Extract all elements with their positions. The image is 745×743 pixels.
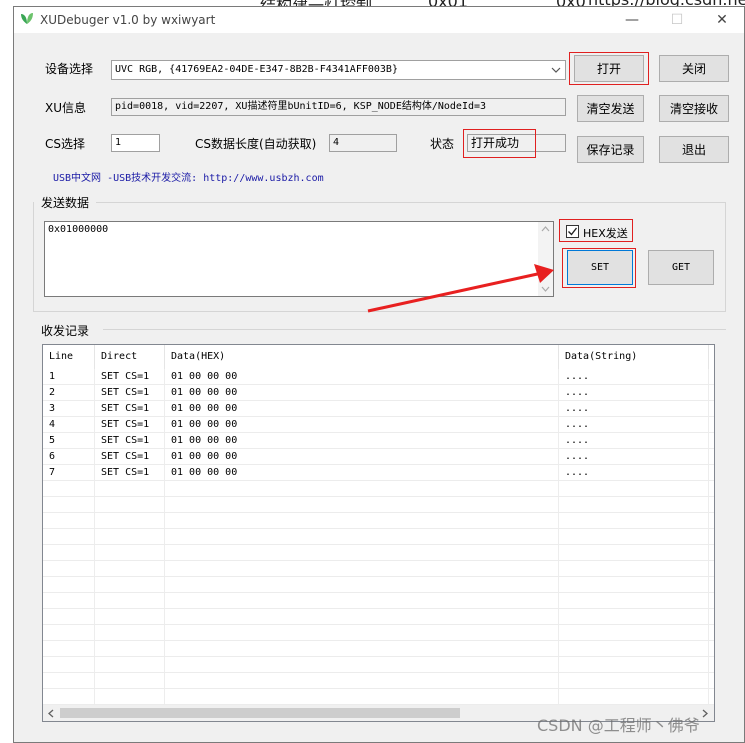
hex-cell: 01 00 00 00 xyxy=(171,467,238,478)
hex-cell: 01 00 00 00 xyxy=(171,435,238,446)
string-cell: .... xyxy=(565,467,590,478)
hex-cell: 01 00 00 00 xyxy=(171,419,238,430)
set-button[interactable]: SET xyxy=(567,250,633,285)
line-cell: 6 xyxy=(49,451,56,462)
table-row[interactable]: 3 SET CS=1 01 00 00 00 .... xyxy=(43,401,714,417)
close-button[interactable]: 关闭 xyxy=(659,55,729,82)
hex-cell: 01 00 00 00 xyxy=(171,371,238,382)
string-cell: .... xyxy=(565,387,590,398)
title-bar[interactable]: XUDebuger v1.0 by wxiwyart — ☐ ✕ xyxy=(14,7,744,33)
column-header-data-hex[interactable]: Data(HEX) xyxy=(165,345,559,369)
direct-cell: SET CS=1 xyxy=(101,435,150,446)
cs-length-field: 4 xyxy=(329,134,397,152)
log-table[interactable]: Line Direct Data(HEX) Data(String) 1 SET… xyxy=(42,344,715,722)
status-highlight xyxy=(463,129,536,158)
line-cell: 5 xyxy=(49,435,56,446)
string-cell: .... xyxy=(565,451,590,462)
device-select-value: UVC RGB, {41769EA2-04DE-E347-8B2B-F4341A… xyxy=(115,64,398,75)
log-rows: 1 SET CS=1 01 00 00 00 .... 2 SET CS=1 0… xyxy=(43,369,714,705)
hex-cell: 01 00 00 00 xyxy=(171,387,238,398)
watermark: CSDN @工程师丶佛爷 xyxy=(537,716,700,735)
xu-info-field: pid=0018, vid=2207, XU描述符里bUnitID=6, KSP… xyxy=(111,98,566,116)
line-cell: 7 xyxy=(49,467,56,478)
clear-send-button[interactable]: 清空发送 xyxy=(577,95,644,122)
hex-send-label: HEX发送 xyxy=(583,227,628,240)
send-data-value: 0x01000000 xyxy=(48,224,109,235)
string-cell: .... xyxy=(565,419,590,430)
direct-cell: SET CS=1 xyxy=(101,403,150,414)
cs-length-label: CS数据长度(自动获取) xyxy=(195,137,317,151)
scroll-left-icon[interactable] xyxy=(47,709,54,718)
hex-cell: 01 00 00 00 xyxy=(171,403,238,414)
table-row[interactable]: 7 SET CS=1 01 00 00 00 .... xyxy=(43,465,714,481)
table-row[interactable]: 4 SET CS=1 01 00 00 00 .... xyxy=(43,417,714,433)
open-button[interactable]: 打开 xyxy=(574,55,644,82)
annotation-arrow-icon xyxy=(367,264,554,313)
app-window: XUDebuger v1.0 by wxiwyart — ☐ ✕ 设备选择 UV… xyxy=(13,6,745,743)
close-window-button[interactable]: ✕ xyxy=(702,9,742,31)
hex-send-checkbox[interactable] xyxy=(566,225,579,238)
cs-select-label: CS选择 xyxy=(45,137,85,151)
column-header-line[interactable]: Line xyxy=(43,345,95,369)
device-label: 设备选择 xyxy=(45,62,94,76)
log-group-label: 收发记录 xyxy=(41,324,90,338)
direct-cell: SET CS=1 xyxy=(101,467,150,478)
window-title: XUDebuger v1.0 by wxiwyart xyxy=(40,13,216,27)
table-row[interactable]: 2 SET CS=1 01 00 00 00 .... xyxy=(43,385,714,401)
clear-receive-button[interactable]: 清空接收 xyxy=(659,95,729,122)
device-select[interactable]: UVC RGB, {41769EA2-04DE-E347-8B2B-F4341A… xyxy=(111,60,566,80)
scroll-right-icon[interactable] xyxy=(702,709,709,718)
direct-cell: SET CS=1 xyxy=(101,387,150,398)
checkmark-icon xyxy=(568,227,578,236)
scroll-up-icon[interactable] xyxy=(541,226,550,232)
status-label: 状态 xyxy=(430,137,455,151)
string-cell: .... xyxy=(565,371,590,382)
maximize-button[interactable]: ☐ xyxy=(657,9,697,31)
save-log-button[interactable]: 保存记录 xyxy=(577,136,644,163)
hex-cell: 01 00 00 00 xyxy=(171,451,238,462)
scrollbar-thumb[interactable] xyxy=(60,708,460,718)
table-row[interactable]: 6 SET CS=1 01 00 00 00 .... xyxy=(43,449,714,465)
string-cell: .... xyxy=(565,403,590,414)
get-button[interactable]: GET xyxy=(648,250,714,285)
cs-select-input[interactable]: 1 xyxy=(111,134,160,152)
table-row[interactable]: 1 SET CS=1 01 00 00 00 .... xyxy=(43,369,714,385)
direct-cell: SET CS=1 xyxy=(101,419,150,430)
xu-info-label: XU信息 xyxy=(45,101,87,115)
exit-button[interactable]: 退出 xyxy=(659,136,729,163)
direct-cell: SET CS=1 xyxy=(101,451,150,462)
line-cell: 1 xyxy=(49,371,56,382)
line-cell: 4 xyxy=(49,419,56,430)
column-header-direct[interactable]: Direct xyxy=(95,345,165,369)
column-header-data-string[interactable]: Data(String) xyxy=(559,345,709,369)
string-cell: .... xyxy=(565,435,590,446)
table-row[interactable]: 5 SET CS=1 01 00 00 00 .... xyxy=(43,433,714,449)
app-leaf-icon xyxy=(21,13,33,24)
usbzh-link[interactable]: USB中文网 -USB技术开发交流: http://www.usbzh.com xyxy=(53,169,324,184)
line-cell: 2 xyxy=(49,387,56,398)
minimize-button[interactable]: — xyxy=(612,9,652,31)
direct-cell: SET CS=1 xyxy=(101,371,150,382)
line-cell: 3 xyxy=(49,403,56,414)
chevron-down-icon xyxy=(551,67,561,73)
